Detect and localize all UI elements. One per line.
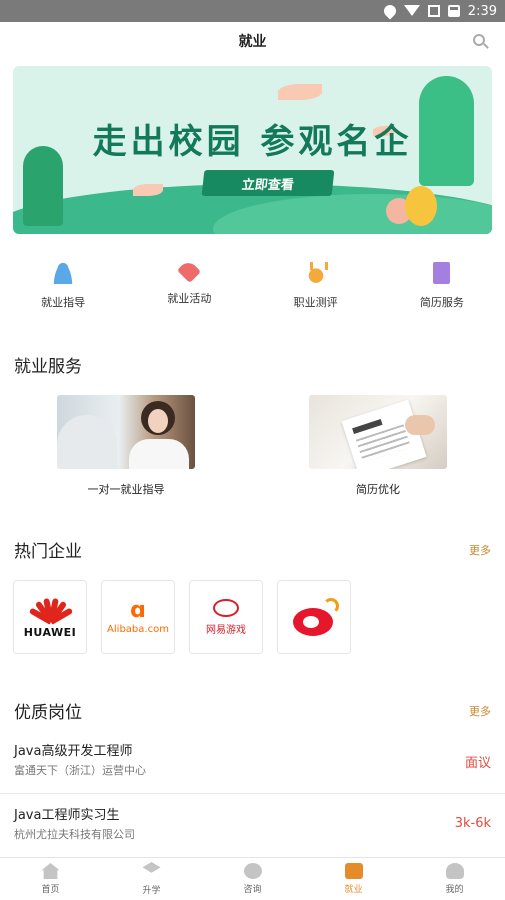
jobs-more-link[interactable]: 更多 <box>469 703 491 719</box>
wifi-icon <box>403 5 420 17</box>
status-bar: 2:39 <box>0 0 505 22</box>
status-time: 2:39 <box>467 3 497 19</box>
service-caption: 一对一就业指导 <box>87 483 165 496</box>
sim-icon <box>427 5 440 17</box>
banner-bush <box>405 186 437 226</box>
user-icon <box>53 262 74 284</box>
job-row[interactable]: Java高级开发工程师 富通天下（浙江）运营中心 面议 <box>0 730 505 794</box>
graduation-cap-icon <box>142 862 161 873</box>
service-card-coaching[interactable]: 一对一就业指导 <box>56 395 196 497</box>
company-netease[interactable]: 网易游戏 <box>189 580 263 654</box>
section-title-services: 就业服务 <box>14 357 82 377</box>
weibo-logo-arc <box>323 598 339 614</box>
job-title: Java工程师实习生 <box>14 808 120 823</box>
quick-entry-career-assessment[interactable]: 职业测评 <box>253 262 379 310</box>
photo-hand <box>405 415 435 435</box>
photo-figure <box>129 439 189 469</box>
quick-entry-career-events[interactable]: 就业活动 <box>126 258 252 310</box>
company-alibaba[interactable]: ɑ Alibaba.com <box>101 580 175 654</box>
promo-banner[interactable]: 走出校园 参观名企 立即查看 <box>13 66 492 234</box>
quick-entry-label: 就业指导 <box>41 296 86 309</box>
battery-icon <box>447 5 460 17</box>
section-title-companies: 热门企业 <box>14 542 82 562</box>
quick-entry-label: 就业活动 <box>167 292 212 305</box>
resume-photo <box>309 395 447 469</box>
tab-label: 咨询 <box>243 885 262 895</box>
company-name: 网易游戏 <box>206 624 246 636</box>
company-name: Alibaba.com <box>107 623 169 635</box>
banner-headline: 走出校园 参观名企 <box>92 122 413 162</box>
service-caption: 简历优化 <box>356 483 400 496</box>
service-card-resume[interactable]: 简历优化 <box>308 395 448 497</box>
companies-more-link[interactable]: 更多 <box>469 542 491 558</box>
chat-icon <box>243 863 262 879</box>
quick-entry-label: 职业测评 <box>293 296 338 309</box>
job-salary: 3k-6k <box>454 816 491 831</box>
tab-consult[interactable]: 咨询 <box>202 858 303 900</box>
quick-entry-career-guidance[interactable]: 就业指导 <box>0 262 126 310</box>
page-title: 就业 <box>238 34 267 50</box>
quick-entry-label: 简历服务 <box>419 296 464 309</box>
profile-icon <box>445 863 464 879</box>
company-huawei[interactable]: HUAWEI <box>13 580 87 654</box>
medal-icon <box>305 262 328 284</box>
photo-figure <box>148 409 168 433</box>
tab-label: 首页 <box>41 885 60 895</box>
banner-leaf <box>278 84 322 100</box>
tab-label: 就业 <box>344 885 363 895</box>
job-company: 杭州尤拉夫科技有限公司 <box>14 828 135 841</box>
bottom-tab-bar: 首页 升学 咨询 就业 我的 <box>0 857 505 900</box>
tab-label: 升学 <box>142 886 161 896</box>
banner-view-button[interactable]: 立即查看 <box>201 170 335 196</box>
section-title-jobs: 优质岗位 <box>14 703 82 723</box>
search-icon[interactable] <box>473 34 485 46</box>
job-company: 富通天下（浙江）运营中心 <box>14 764 146 777</box>
banner-leaf <box>133 184 163 196</box>
company-name: HUAWEI <box>23 625 77 639</box>
coaching-photo <box>57 395 195 469</box>
tab-further-study[interactable]: 升学 <box>101 858 202 900</box>
tab-employment[interactable]: 就业 <box>303 858 404 900</box>
job-salary: 面议 <box>464 756 491 771</box>
weibo-logo <box>289 598 339 636</box>
briefcase-icon <box>344 863 363 879</box>
tab-home[interactable]: 首页 <box>0 858 101 900</box>
photo-figure <box>57 415 117 469</box>
location-icon <box>381 2 399 20</box>
quick-entry-resume-service[interactable]: 简历服务 <box>379 262 505 310</box>
job-row[interactable]: Java工程师实习生 杭州尤拉夫科技有限公司 3k-6k <box>0 794 505 858</box>
alibaba-logo: ɑ <box>130 597 146 623</box>
quick-entry-row: 就业指导 就业活动 职业测评 简历服务 <box>0 258 505 310</box>
tag-icon <box>177 258 202 284</box>
home-icon <box>41 863 60 879</box>
book-icon <box>433 262 451 284</box>
huawei-logo <box>28 596 74 625</box>
tab-profile[interactable]: 我的 <box>404 858 505 900</box>
company-weibo[interactable] <box>277 580 351 654</box>
netease-logo <box>213 598 239 617</box>
title-bar: 就业 <box>0 22 505 60</box>
job-title: Java高级开发工程师 <box>14 744 133 759</box>
tab-label: 我的 <box>445 885 464 895</box>
